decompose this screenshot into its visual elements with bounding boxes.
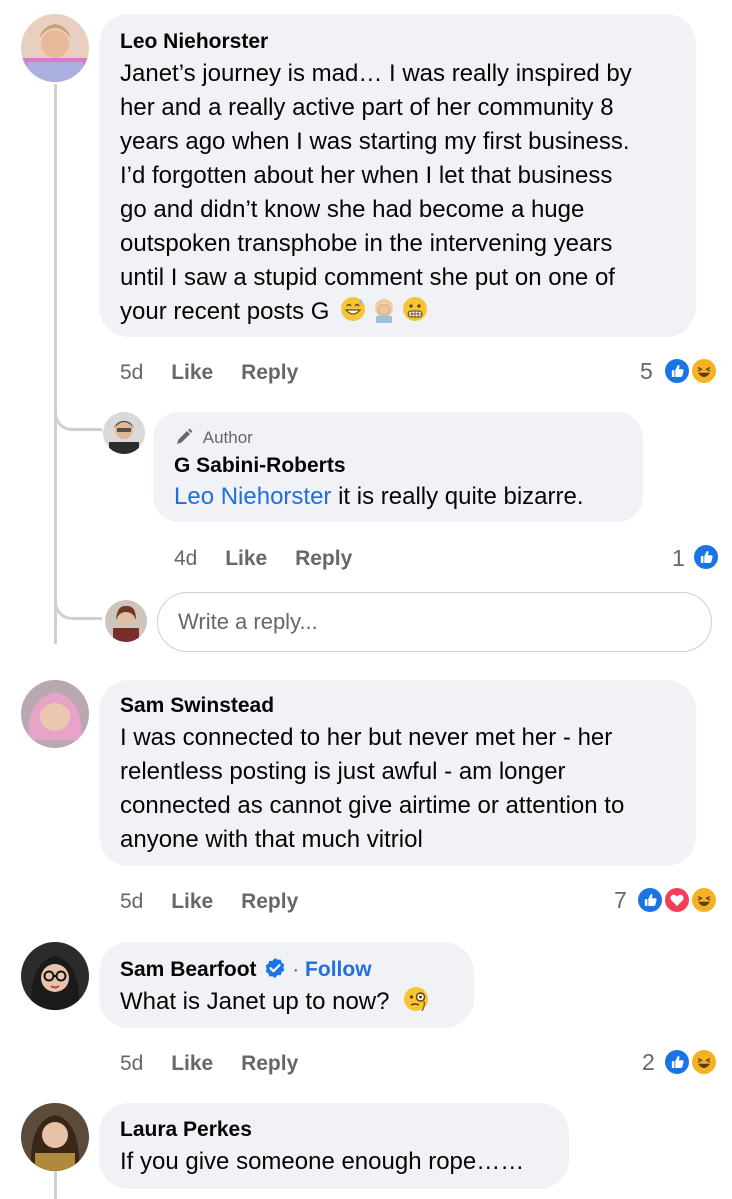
verified-badge-icon [264, 957, 286, 979]
grimacing-emoji [401, 295, 429, 323]
like-button[interactable]: Like [171, 1052, 213, 1075]
comment-text: What is Janet up to now? [120, 985, 430, 1019]
thread-line [54, 1170, 57, 1199]
comment-line: go and didn’t know she had become a huge [120, 196, 585, 223]
like-reaction-icon[interactable] [663, 1048, 691, 1076]
write-reply-field[interactable] [157, 592, 712, 652]
avatar[interactable] [21, 680, 89, 748]
grinning-sweat-emoji [339, 295, 367, 323]
comment-author[interactable]: G Sabini-Roberts [174, 453, 346, 479]
comment-line: outspoken transphobe in the intervening … [120, 230, 613, 257]
reaction-count[interactable]: 1 [672, 545, 685, 572]
comment-author[interactable]: Sam Swinstead [120, 693, 274, 719]
like-button[interactable]: Like [225, 547, 267, 570]
comment-meta: 5d Like Reply [120, 361, 298, 385]
comment-line: I was connected to her but never met her… [120, 724, 613, 751]
avatar[interactable] [21, 1103, 89, 1171]
like-button[interactable]: Like [171, 890, 213, 913]
thread-connector [54, 395, 102, 431]
comment-line: your recent posts G [120, 298, 330, 325]
comment-author-row: Sam Bearfoot · Follow [120, 957, 372, 983]
comment-meta: 4d Like Reply [174, 547, 352, 571]
monocle-emoji [402, 985, 430, 1013]
reply-button[interactable]: Reply [241, 890, 298, 913]
comment-line: until I saw a stupid comment she put on … [120, 264, 615, 291]
author-badge: Author [174, 427, 253, 448]
author-badge-label: Author [202, 428, 253, 447]
comment-text: If you give someone enough rope…… [120, 1148, 525, 1175]
comment-time[interactable]: 5d [120, 1052, 143, 1075]
reaction-count[interactable]: 7 [614, 887, 627, 914]
comment-line: relentless posting is just awful - am lo… [120, 758, 566, 785]
thread-connector [54, 580, 102, 620]
comment-line: anyone with that much vitriol [120, 826, 423, 853]
like-reaction-icon[interactable] [663, 357, 691, 385]
avatar[interactable] [21, 14, 89, 82]
love-reaction-icon[interactable] [663, 886, 691, 914]
reply-button[interactable]: Reply [241, 361, 298, 384]
haha-reaction-icon[interactable] [690, 886, 718, 914]
comment-text-body: it is really quite bizarre. [331, 483, 584, 510]
reaction-count[interactable]: 5 [640, 358, 653, 385]
comment-time[interactable]: 4d [174, 547, 197, 570]
comment-line: her and a really active part of her comm… [120, 94, 614, 121]
comment-time[interactable]: 5d [120, 361, 143, 384]
reaction-count[interactable]: 2 [642, 1049, 655, 1076]
reply-button[interactable]: Reply [241, 1052, 298, 1075]
comment-line: connected as cannot give airtime or atte… [120, 792, 625, 819]
avatar[interactable] [21, 942, 89, 1010]
comment-line: years ago when I was starting my first b… [120, 128, 630, 155]
like-reaction-icon[interactable] [636, 886, 664, 914]
thread-line [54, 84, 57, 644]
haha-reaction-icon[interactable] [690, 1048, 718, 1076]
comment-line: Janet’s journey is mad… I was really ins… [120, 60, 632, 87]
separator-dot: · [292, 958, 306, 981]
like-button[interactable]: Like [171, 361, 213, 384]
write-reply-input[interactable] [158, 593, 711, 651]
current-user-avatar[interactable] [105, 600, 147, 642]
avatar[interactable] [103, 412, 145, 454]
pen-icon [177, 428, 193, 444]
comment-text-body: What is Janet up to now? [120, 988, 390, 1015]
comment-text: I was connected to her but never met her… [120, 721, 624, 857]
comment-text: Leo Niehorster it is really quite bizarr… [174, 480, 584, 514]
facepalm-emoji [370, 295, 398, 323]
comment-meta: 5d Like Reply [120, 890, 298, 914]
comment-line: I’d forgotten about her when I let that … [120, 162, 613, 189]
comment-author[interactable]: Leo Niehorster [120, 29, 268, 55]
comment-author[interactable]: Laura Perkes [120, 1117, 252, 1143]
haha-reaction-icon[interactable] [690, 357, 718, 385]
comment-meta: 5d Like Reply [120, 1052, 298, 1076]
like-reaction-icon[interactable] [692, 543, 720, 571]
comment-text: Janet’s journey is mad… I was really ins… [120, 57, 632, 329]
reply-button[interactable]: Reply [295, 547, 352, 570]
follow-button[interactable]: Follow [305, 958, 372, 981]
mention-link[interactable]: Leo Niehorster [174, 483, 331, 510]
comment-author[interactable]: Sam Bearfoot [120, 958, 257, 981]
comment-time[interactable]: 5d [120, 890, 143, 913]
